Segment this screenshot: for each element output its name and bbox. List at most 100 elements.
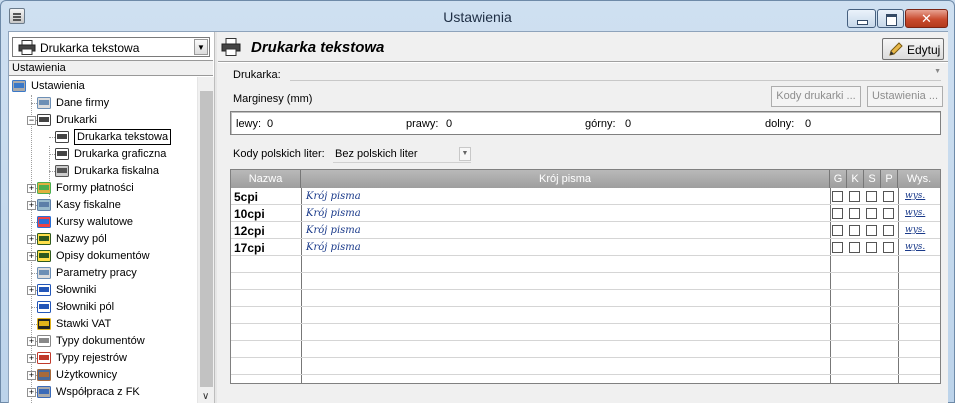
margin-top-value: 0 — [625, 118, 632, 130]
payment-icon — [37, 182, 51, 194]
tree-item-label: Opisy dokumentów — [56, 250, 150, 262]
tree-item[interactable]: + Typy dokumentów — [9, 333, 197, 350]
tree-item[interactable]: Kursy walutowe — [9, 214, 197, 231]
tree-item[interactable]: Drukarka graficzna — [9, 146, 197, 163]
p-checkbox[interactable] — [883, 242, 894, 253]
table-row[interactable] — [231, 290, 940, 307]
row-font-link[interactable]: Krój pisma — [306, 242, 361, 253]
expand-icon[interactable]: + — [27, 184, 36, 193]
row-height-link[interactable]: wys. — [905, 208, 925, 218]
tree-item[interactable]: Ustawienia — [9, 78, 197, 95]
printer-select[interactable]: ▼ — [290, 66, 941, 81]
column-header-name[interactable]: Nazwa — [231, 170, 301, 188]
expand-icon[interactable]: + — [27, 286, 36, 295]
users-icon — [37, 369, 51, 381]
expand-icon[interactable]: + — [27, 337, 36, 346]
tree-item[interactable]: + Nazwy pól — [9, 231, 197, 248]
scroll-down-icon[interactable]: ∨ — [202, 391, 209, 402]
table-row[interactable]: 10cpi Krój pisma wys. — [231, 205, 940, 222]
condensed-checkbox[interactable] — [849, 242, 860, 253]
maximize-button[interactable] — [877, 9, 904, 28]
tree-item[interactable]: + Formy płatności — [9, 180, 197, 197]
tree-header: Ustawienia — [9, 60, 213, 76]
p-checkbox[interactable] — [883, 208, 894, 219]
tree-item[interactable]: + Współpraca z FK — [9, 384, 197, 401]
row-font-link[interactable]: Krój pisma — [306, 225, 361, 236]
tree-item[interactable]: + Kasy fiskalne — [9, 197, 197, 214]
tree-item[interactable]: Stawki VAT — [9, 316, 197, 333]
tree-scrollbar[interactable]: ∨ — [197, 77, 214, 403]
tree-item[interactable]: Słowniki pól — [9, 299, 197, 316]
s-checkbox[interactable] — [866, 225, 877, 236]
tree-item-label: Formy płatności — [56, 182, 134, 194]
row-height-link[interactable]: wys. — [905, 242, 925, 252]
tree-item[interactable]: Dane firmy — [9, 95, 197, 112]
expand-icon[interactable]: + — [27, 201, 36, 210]
bold-checkbox[interactable] — [832, 242, 843, 253]
tree-item[interactable]: + Użytkownicy — [9, 367, 197, 384]
chevron-down-icon[interactable]: ▼ — [194, 39, 208, 55]
expand-icon[interactable]: + — [27, 371, 36, 380]
tree-item[interactable]: Drukarka fiskalna — [9, 163, 197, 180]
table-row[interactable] — [231, 307, 940, 324]
expand-icon[interactable]: + — [27, 252, 36, 261]
p-checkbox[interactable] — [883, 191, 894, 202]
expand-icon[interactable]: + — [27, 388, 36, 397]
settings-window: Ustawienia ✕ Drukarka tekstowa ▼ Ustawie… — [0, 0, 955, 403]
tree-item[interactable]: Drukarka tekstowa — [9, 129, 197, 146]
condensed-checkbox[interactable] — [849, 208, 860, 219]
table-row[interactable] — [231, 256, 940, 273]
tree-item[interactable]: + Typy rejestrów — [9, 350, 197, 367]
s-checkbox[interactable] — [866, 242, 877, 253]
expand-icon[interactable]: + — [27, 235, 36, 244]
column-header-p[interactable]: P — [881, 170, 898, 188]
chevron-down-icon[interactable]: ▼ — [934, 68, 941, 75]
chevron-down-icon[interactable]: ▼ — [459, 147, 471, 161]
table-row[interactable] — [231, 273, 940, 290]
scrollbar-thumb[interactable] — [200, 91, 213, 387]
section-combo-value: Drukarka tekstowa — [40, 41, 140, 55]
pane-splitter[interactable] — [214, 32, 217, 403]
row-height-link[interactable]: wys. — [905, 225, 925, 235]
polish-letters-select[interactable]: Bez polskich liter ▼ — [333, 145, 471, 163]
printer-codes-button[interactable]: Kody drukarki ... — [771, 86, 861, 107]
condensed-checkbox[interactable] — [849, 225, 860, 236]
bold-checkbox[interactable] — [832, 191, 843, 202]
title-bar[interactable]: Ustawienia ✕ — [1, 1, 954, 31]
table-row[interactable]: 17cpi Krój pisma wys. — [231, 239, 940, 256]
column-header-font[interactable]: Krój pisma — [301, 170, 830, 188]
minimize-button[interactable] — [847, 9, 876, 28]
table-row[interactable] — [231, 358, 940, 375]
column-header-wys[interactable]: Wys. — [898, 170, 940, 188]
close-button[interactable]: ✕ — [905, 9, 948, 28]
column-header-k[interactable]: K — [847, 170, 864, 188]
section-combo[interactable]: Drukarka tekstowa ▼ — [12, 37, 210, 57]
exchange-chart-icon — [37, 216, 51, 228]
table-row[interactable]: 12cpi Krój pisma wys. — [231, 222, 940, 239]
table-row[interactable] — [231, 324, 940, 341]
s-checkbox[interactable] — [866, 191, 877, 202]
condensed-checkbox[interactable] — [849, 191, 860, 202]
tree-item[interactable]: Parametry pracy — [9, 265, 197, 282]
expand-icon[interactable]: + — [27, 354, 36, 363]
bold-checkbox[interactable] — [832, 208, 843, 219]
p-checkbox[interactable] — [883, 225, 894, 236]
column-header-g[interactable]: G — [830, 170, 847, 188]
row-font-link[interactable]: Krój pisma — [306, 208, 361, 219]
s-checkbox[interactable] — [866, 208, 877, 219]
bold-checkbox[interactable] — [832, 225, 843, 236]
tree-item[interactable]: + Opisy dokumentów — [9, 248, 197, 265]
edit-button[interactable]: Edytuj — [882, 38, 944, 60]
detail-pane: Drukarka tekstowa Edytuj Drukarka: ▼ Mar… — [218, 32, 948, 403]
row-font-link[interactable]: Krój pisma — [306, 191, 361, 202]
detail-header: Drukarka tekstowa Edytuj — [218, 35, 946, 60]
row-height-link[interactable]: wys. — [905, 191, 925, 201]
column-header-s[interactable]: S — [864, 170, 881, 188]
table-row[interactable] — [231, 341, 940, 358]
tree-item-label: Użytkownicy — [56, 369, 118, 381]
collapse-icon[interactable]: − — [27, 116, 36, 125]
printer-settings-button[interactable]: Ustawienia ... — [867, 86, 943, 107]
tree-item[interactable]: − Drukarki — [9, 112, 197, 129]
table-row[interactable]: 5cpi Krój pisma wys. — [231, 188, 940, 205]
tree-item[interactable]: + Słowniki — [9, 282, 197, 299]
